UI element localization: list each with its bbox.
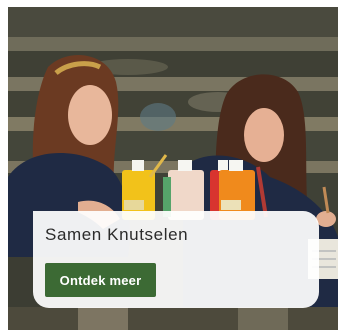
discover-more-button[interactable]: Ontdek meer bbox=[45, 263, 156, 297]
promo-card: Samen Knutselen Ontdek meer bbox=[0, 0, 338, 330]
card-overlay: Samen Knutselen Ontdek meer bbox=[33, 211, 319, 308]
card-title: Samen Knutselen bbox=[45, 225, 189, 244]
